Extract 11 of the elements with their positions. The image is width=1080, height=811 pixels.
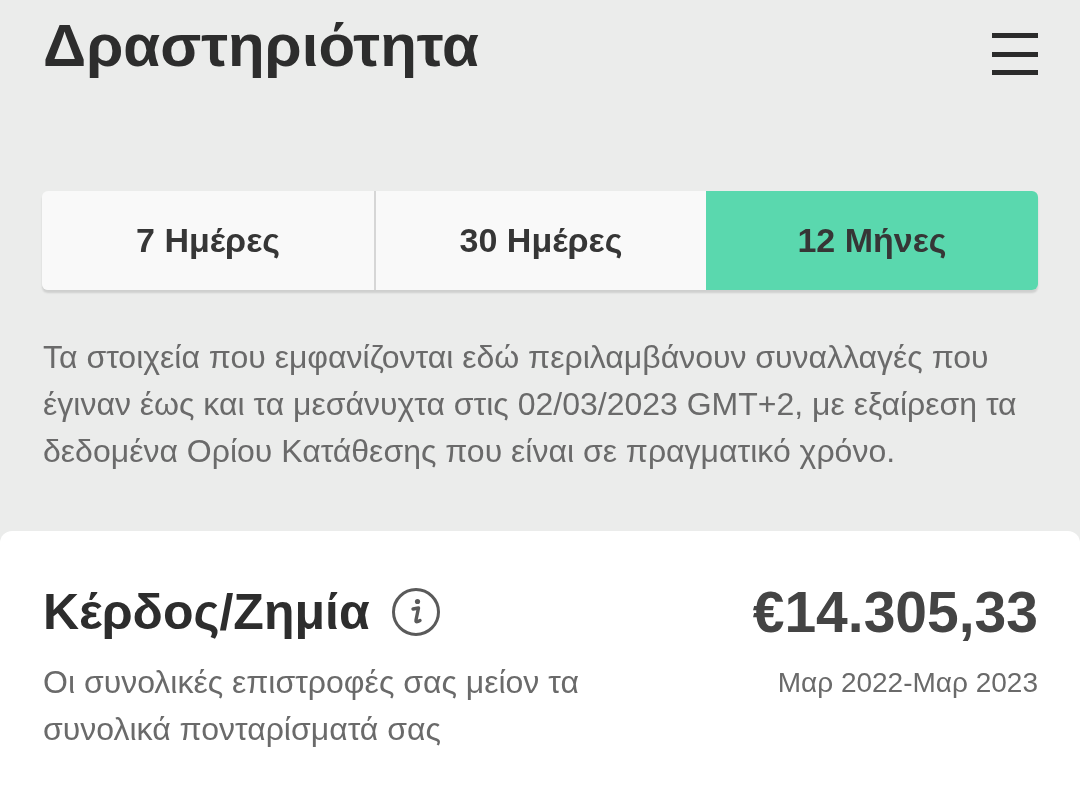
- period-tab[interactable]: 30 Ημέρες: [374, 191, 706, 290]
- profit-amount: €14.305,33: [752, 582, 1038, 642]
- card-title: Κέρδος/Ζημία: [43, 583, 370, 642]
- period-tab[interactable]: 7 Ημέρες: [42, 191, 374, 290]
- page-title: Δραστηριότητα: [43, 13, 479, 79]
- period-range: Μαρ 2022-Μαρ 2023: [777, 666, 1038, 700]
- period-tab[interactable]: 12 Μήνες: [706, 191, 1038, 290]
- card-description: Οι συνολικές επιστροφές σας μείον τα συνολικά πονταρίσματά σας: [43, 663, 580, 749]
- info-icon[interactable]: [391, 588, 440, 636]
- menu-icon[interactable]: [992, 33, 1038, 75]
- data-notice: Τα στοιχεία που εμφανίζονται εδώ περιλαμβάνουν συναλλαγές που έγιναν έως και τα μεσάνυχτα στις 02/03/2023 GMT+2, με εξαίρεση τα δεδομένα Ορίου Κατάθεσης που είναι σε πραγματικό χρόνο.: [43, 338, 1018, 471]
